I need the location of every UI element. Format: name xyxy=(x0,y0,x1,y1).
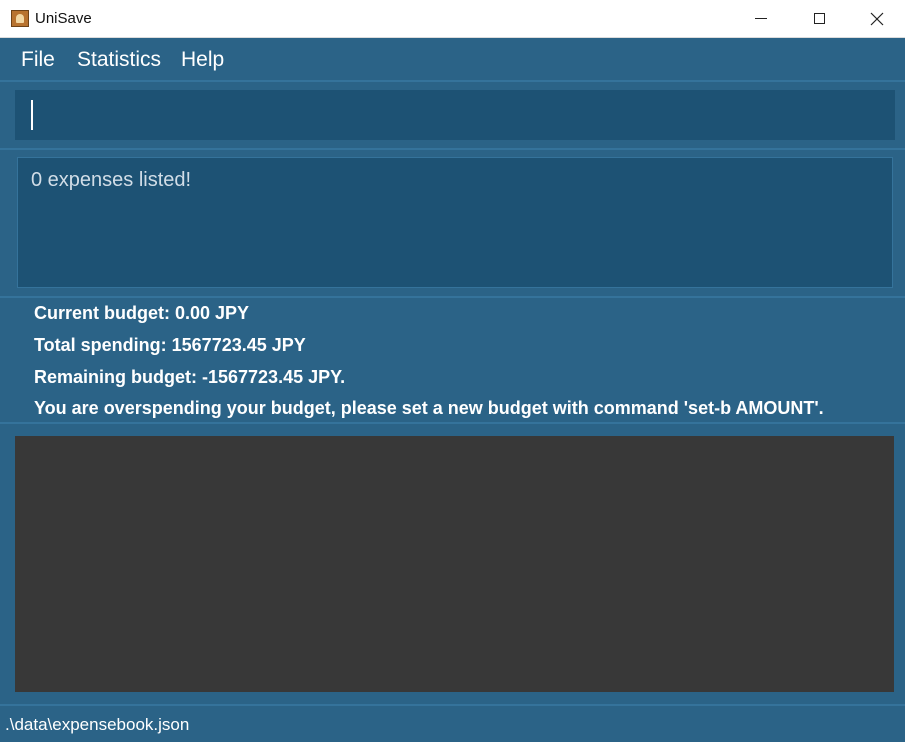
window-title: UniSave xyxy=(35,10,92,27)
menu-help[interactable]: Help xyxy=(181,48,224,72)
maximize-icon xyxy=(813,13,825,24)
total-spending: Total spending: 1567723.45 JPY xyxy=(34,335,306,355)
save-file-path: .\data\expensebook.json xyxy=(5,715,190,734)
result-display[interactable]: 0 expenses listed! xyxy=(17,157,893,288)
status-bar: .\data\expensebook.json xyxy=(0,704,905,742)
budget-panel: Current budget: 0.00 JPY Total spending:… xyxy=(0,296,905,424)
maximize-button[interactable] xyxy=(796,0,842,37)
overspending-warning: You are overspending your budget, please… xyxy=(34,398,824,418)
remaining-budget: Remaining budget: -1567723.45 JPY. xyxy=(34,367,346,387)
menu-bar: File Statistics Help xyxy=(0,38,905,82)
title-bar: UniSave xyxy=(0,0,905,38)
command-input[interactable] xyxy=(15,90,895,140)
minimize-icon xyxy=(755,18,767,19)
result-message: 0 expenses listed! xyxy=(31,169,192,191)
minimize-button[interactable] xyxy=(738,0,784,37)
app-icon xyxy=(11,10,29,27)
close-icon xyxy=(870,12,884,25)
command-panel xyxy=(0,82,905,150)
text-caret xyxy=(31,100,33,130)
current-budget: Current budget: 0.00 JPY xyxy=(34,303,250,323)
close-button[interactable] xyxy=(854,0,900,37)
menu-file[interactable]: File xyxy=(21,48,55,72)
expense-list[interactable] xyxy=(15,436,894,692)
menu-statistics[interactable]: Statistics xyxy=(77,48,161,72)
